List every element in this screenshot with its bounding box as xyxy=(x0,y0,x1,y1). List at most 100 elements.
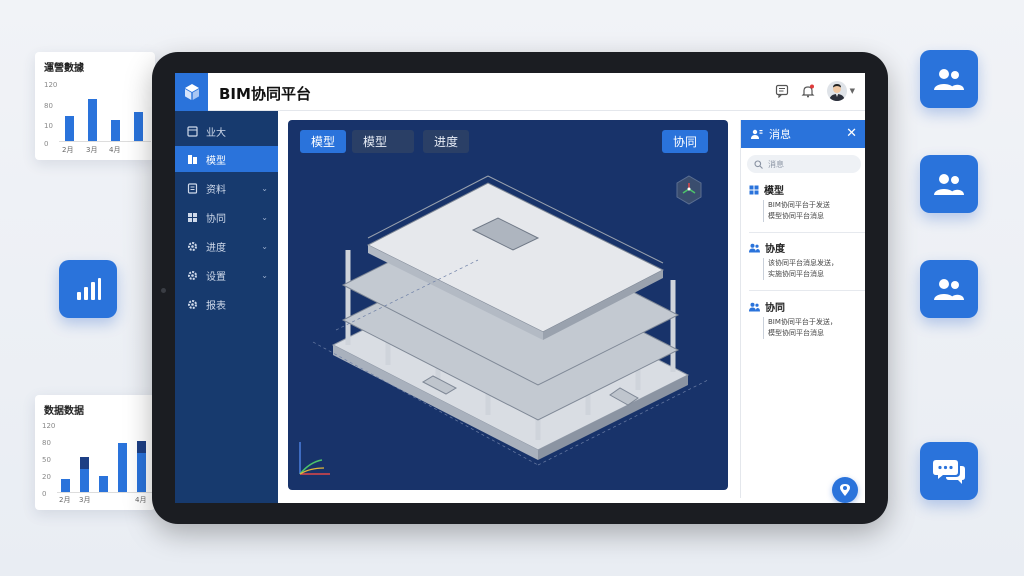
x-label: 2月 xyxy=(62,146,74,154)
sidebar-item-collab[interactable]: 协同 ⌄ xyxy=(175,204,278,230)
location-pin-icon xyxy=(840,484,850,496)
chart-bar xyxy=(65,116,74,141)
document-icon xyxy=(187,182,198,194)
model-viewport[interactable]: 模型 模型 进度 协同 xyxy=(288,120,728,490)
users-tile-2[interactable] xyxy=(920,155,978,213)
grid-icon xyxy=(749,185,759,194)
tablet-device: BIM协同平台 ▼ 业大 模型 资料 ⌄ 协同 ⌄ 进度 ⌄ 设置 ⌄ 报表 模… xyxy=(152,52,888,524)
sidebar-item-label: 设置 xyxy=(206,271,226,283)
message-line: 该协同平台消息发送， xyxy=(768,259,838,267)
message-title: 协同 xyxy=(765,303,785,314)
chart-plot-2 xyxy=(57,428,153,493)
location-button[interactable] xyxy=(832,477,858,503)
chart-bar xyxy=(134,112,143,141)
top-bar: BIM协同平台 ▼ xyxy=(175,73,865,111)
top-icons: ▼ xyxy=(775,81,855,101)
app-logo[interactable] xyxy=(175,73,208,111)
chart-bar xyxy=(137,453,146,492)
message-line: BIM协同平台于发送， xyxy=(768,318,837,326)
bar-chart-icon xyxy=(77,278,101,300)
chevron-down-icon: ⌄ xyxy=(261,241,268,251)
chevron-down-icon: ⌄ xyxy=(261,270,268,280)
avatar[interactable] xyxy=(826,81,847,101)
users-tile-3[interactable] xyxy=(920,260,978,318)
chart-bar xyxy=(137,441,146,453)
sidebar-item-progress[interactable]: 进度 ⌄ xyxy=(175,233,278,259)
y-tick: 120 xyxy=(42,422,56,430)
users-tile-1[interactable] xyxy=(920,50,978,108)
message-item[interactable]: 协度 该协同平台消息发送， 实施协同平台消息 xyxy=(749,240,864,280)
y-tick: 80 xyxy=(42,439,51,447)
users-icon xyxy=(934,174,964,195)
message-line: BIM协同平台于发送 xyxy=(768,201,830,209)
sidebar-item-label: 进度 xyxy=(206,242,226,254)
search-icon xyxy=(754,159,763,169)
axis-gizmo-icon xyxy=(299,442,330,475)
divider xyxy=(749,232,865,233)
gear-icon xyxy=(188,270,197,280)
building-model xyxy=(312,175,709,466)
sidebar-item-label: 报表 xyxy=(206,300,226,312)
search-placeholder: 消息 xyxy=(768,159,784,169)
sidebar-item-docs[interactable]: 资料 ⌄ xyxy=(175,175,278,201)
message-item[interactable]: 协同 BIM协同平台于发送， 模型协同平台消息 xyxy=(749,299,864,339)
chart-bar xyxy=(118,443,127,492)
sidebar-item-settings[interactable]: 设置 ⌄ xyxy=(175,262,278,288)
model-icon xyxy=(188,154,197,164)
message-title: 模型 xyxy=(764,186,784,197)
grid-icon xyxy=(188,212,197,222)
chevron-down-icon: ⌄ xyxy=(261,212,268,222)
chart-plot-1 xyxy=(59,86,151,142)
chat-tile[interactable] xyxy=(920,442,978,500)
y-tick: 120 xyxy=(44,81,58,89)
chart-bar xyxy=(61,479,70,492)
message-line: 模型协同平台消息 xyxy=(768,329,824,337)
message-item[interactable]: 模型 BIM协同平台于发送 模型协同平台消息 xyxy=(749,182,864,222)
chart-card-1-title: 運營數據 xyxy=(44,63,84,74)
gear-icon xyxy=(188,299,197,309)
message-icon[interactable] xyxy=(775,84,789,98)
gear-icon xyxy=(188,241,197,251)
y-tick: 10 xyxy=(44,122,53,130)
chart-card-2: 数据数据 120 80 50 20 0 2月 3月 4月 xyxy=(35,395,155,510)
message-line: 实施协同平台消息 xyxy=(768,270,824,278)
chevron-down-icon[interactable]: ▼ xyxy=(850,87,855,95)
bell-icon[interactable] xyxy=(801,84,815,98)
sidebar-item-label: 模型 xyxy=(206,155,226,167)
users-icon xyxy=(934,69,964,90)
y-tick: 50 xyxy=(42,456,51,464)
chat-bubbles-icon xyxy=(933,460,965,484)
dashboard-icon xyxy=(187,125,198,137)
chevron-down-icon: ⌄ xyxy=(261,183,268,193)
users-icon xyxy=(934,279,964,300)
chart-bar xyxy=(80,469,89,492)
people-icon xyxy=(751,129,763,139)
message-title: 协度 xyxy=(765,244,785,255)
message-line: 模型协同平台消息 xyxy=(768,212,824,220)
y-tick: 20 xyxy=(42,473,51,481)
close-icon[interactable]: ✕ xyxy=(846,126,857,141)
x-label: 4月 xyxy=(135,496,147,504)
bar-chart-tile[interactable] xyxy=(59,260,117,318)
sidebar-item-overview[interactable]: 业大 xyxy=(175,118,278,144)
sidebar-item-label: 资料 xyxy=(206,184,226,196)
sidebar-item-label: 业大 xyxy=(206,127,226,139)
sidebar-item-model[interactable]: 模型 xyxy=(175,146,278,172)
y-tick: 0 xyxy=(44,140,49,148)
sidebar: 业大 模型 资料 ⌄ 协同 ⌄ 进度 ⌄ 设置 ⌄ 报表 xyxy=(175,111,278,503)
chart-bar xyxy=(88,99,97,141)
x-label: 4月 xyxy=(109,146,121,154)
messages-panel-header: 消息 ✕ xyxy=(741,120,865,148)
messages-panel-title: 消息 xyxy=(769,128,791,141)
chart-card-1: 運營數據 120 80 10 0 2月 3月 4月 xyxy=(35,52,155,160)
users-icon xyxy=(749,243,760,252)
sidebar-item-reports[interactable]: 报表 xyxy=(175,291,278,317)
message-search-input[interactable]: 消息 xyxy=(747,155,861,173)
app-title: BIM协同平台 xyxy=(219,85,311,103)
y-tick: 0 xyxy=(42,490,47,498)
sidebar-item-label: 协同 xyxy=(206,213,226,225)
x-label: 2月 xyxy=(59,496,71,504)
divider xyxy=(749,290,865,291)
chart-bar xyxy=(80,457,89,469)
users-icon xyxy=(749,302,760,311)
